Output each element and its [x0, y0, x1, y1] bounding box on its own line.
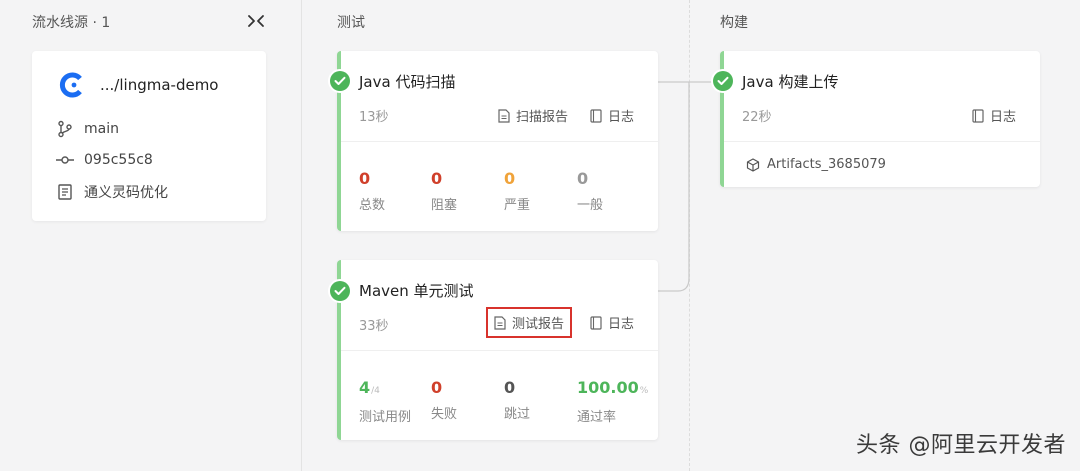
job-duration: 22秒 — [742, 110, 772, 125]
scan-report-link[interactable]: 扫描报告 — [494, 104, 572, 127]
stat-skipped-value: 0 — [504, 378, 516, 397]
stat-normal-label: 一般 — [577, 198, 604, 213]
scan-log-label: 日志 — [607, 110, 634, 125]
artifact-name: Artifacts_3685079 — [767, 157, 886, 172]
job-card-java-build[interactable]: Java 构建上传 22秒 日志 Artifacts_3685079 — [720, 51, 1040, 187]
stat-critical: 0 严重 — [504, 169, 530, 213]
stat-pass-rate-value: 100.00% — [577, 378, 648, 401]
log-icon — [972, 108, 984, 123]
test-log-label: 日志 — [607, 317, 634, 332]
pipeline-canvas: 流水线源 · 1 测试 构建 .../lingma-demo main 095c… — [0, 0, 1080, 471]
job-duration: 13秒 — [359, 110, 389, 125]
package-icon — [746, 157, 760, 172]
pass-rate-unit: % — [639, 386, 649, 396]
stat-failed: 0 失败 — [431, 378, 457, 422]
stat-normal: 0 一般 — [577, 169, 603, 213]
build-log-link[interactable]: 日志 — [968, 104, 1020, 127]
job-actions: 日志 — [968, 104, 1020, 127]
stat-failed-label: 失败 — [431, 407, 458, 422]
artifact-link[interactable]: Artifacts_3685079 — [746, 157, 886, 172]
stat-skipped: 0 跳过 — [504, 378, 530, 422]
log-icon — [590, 108, 602, 123]
pass-rate-number: 100.00 — [577, 378, 639, 397]
job-card-maven-test[interactable]: Maven 单元测试 33秒 测试报告 日志 4/4 测试用例 0 失败 0 跳… — [337, 260, 658, 440]
stat-critical-value: 0 — [504, 169, 516, 188]
stat-total-value: 0 — [359, 169, 371, 188]
stat-critical-label: 严重 — [504, 198, 531, 213]
log-icon — [590, 315, 602, 330]
job-title[interactable]: Maven 单元测试 — [359, 280, 474, 301]
build-log-label: 日志 — [989, 110, 1016, 125]
test-cases-passed: 4 — [359, 378, 371, 397]
stat-blocker-value: 0 — [431, 169, 443, 188]
stat-test-cases-label: 测试用例 — [359, 410, 412, 425]
success-check-icon — [330, 281, 350, 301]
job-title[interactable]: Java 构建上传 — [742, 71, 838, 92]
test-cases-total: /4 — [371, 386, 380, 396]
stat-test-cases: 4/4 测试用例 — [359, 378, 411, 425]
watermark: 头条 @阿里云开发者 — [856, 433, 1066, 458]
report-icon — [498, 108, 510, 123]
test-report-link[interactable]: 测试报告 — [485, 307, 572, 338]
stat-normal-value: 0 — [577, 169, 589, 188]
scan-log-link[interactable]: 日志 — [586, 104, 638, 127]
stat-blocker: 0 阻塞 — [431, 169, 457, 213]
job-card-java-scan[interactable]: Java 代码扫描 13秒 扫描报告 日志 0 总数 0 阻塞 0 严重 0 一… — [337, 51, 658, 231]
stat-pass-rate-label: 通过率 — [577, 410, 617, 425]
stat-total: 0 总数 — [359, 169, 385, 213]
success-check-icon — [330, 71, 350, 91]
test-log-link[interactable]: 日志 — [586, 311, 638, 334]
stat-total-label: 总数 — [359, 198, 386, 213]
job-title[interactable]: Java 代码扫描 — [359, 71, 455, 92]
test-report-label: 测试报告 — [511, 317, 564, 332]
card-divider — [724, 141, 1040, 142]
stat-test-cases-value: 4/4 — [359, 378, 411, 401]
card-divider — [341, 141, 658, 142]
job-actions: 扫描报告 日志 — [494, 104, 638, 127]
stat-pass-rate: 100.00% 通过率 — [577, 378, 648, 425]
success-check-icon — [713, 71, 733, 91]
stat-skipped-label: 跳过 — [504, 407, 531, 422]
stat-blocker-label: 阻塞 — [431, 198, 458, 213]
job-duration: 33秒 — [359, 319, 389, 334]
job-actions: 测试报告 日志 — [485, 307, 638, 338]
card-divider — [341, 350, 658, 351]
report-icon — [494, 315, 506, 330]
stat-failed-value: 0 — [431, 378, 443, 397]
scan-report-label: 扫描报告 — [515, 110, 568, 125]
